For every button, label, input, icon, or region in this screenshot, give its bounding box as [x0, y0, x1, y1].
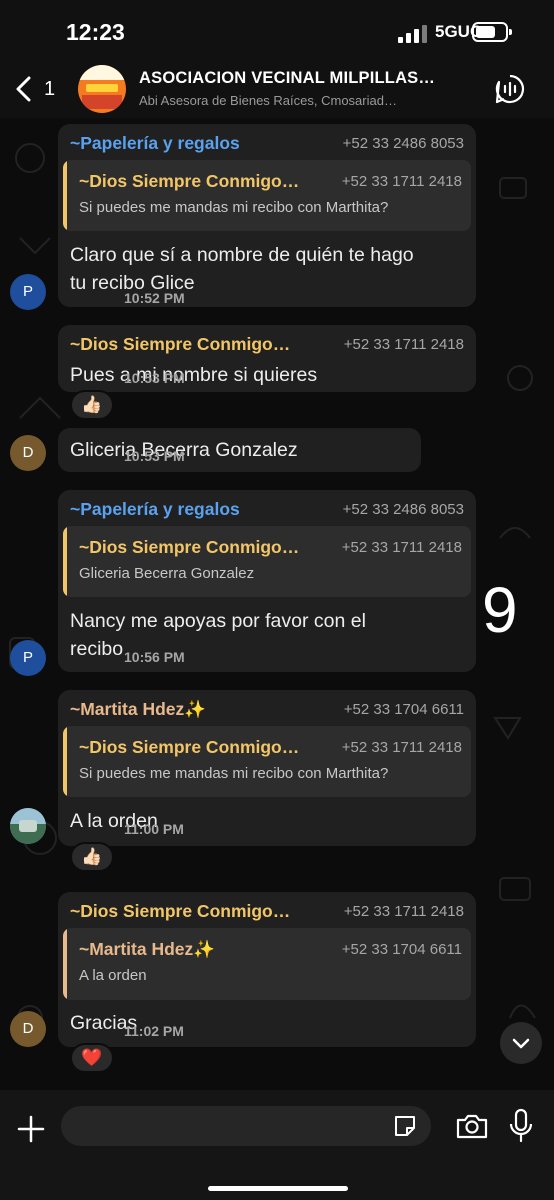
- sender-phone: +52 33 2486 8053: [342, 501, 464, 518]
- quoted-message[interactable]: ~Dios Siempre Conmigo… +52 33 1711 2418 …: [63, 526, 471, 597]
- camera-icon: [456, 1114, 488, 1139]
- back-button[interactable]: 1: [14, 72, 62, 106]
- avatar[interactable]: P: [10, 274, 46, 310]
- quoted-phone: +52 33 1711 2418: [341, 539, 462, 556]
- unread-chats-count: 1: [44, 78, 56, 100]
- message-time: 10:56 PM: [124, 649, 185, 665]
- sender-phone: +52 33 1711 2418: [343, 903, 464, 920]
- status-time: 12:23: [66, 19, 125, 45]
- message-time: 10:53 PM: [124, 448, 185, 464]
- overlay-number: 9: [482, 574, 518, 646]
- home-indicator: [208, 1186, 348, 1191]
- group-name[interactable]: ASOCIACION VECINAL MILPILLAS…: [139, 69, 469, 88]
- quoted-text: Gliceria Becerra Gonzalez: [79, 565, 255, 582]
- avatar[interactable]: P: [10, 640, 46, 676]
- message-time: 10:52 PM: [124, 290, 185, 306]
- chevron-down-icon: [512, 1038, 530, 1049]
- message-bubble[interactable]: Gliceria Becerra Gonzalez 10:53 PM: [58, 428, 421, 472]
- group-members[interactable]: Abi Asesora de Bienes Raíces, Cmosariad…: [139, 93, 459, 108]
- message-bubble[interactable]: ~Dios Siempre Conmigo… +52 33 1711 2418 …: [58, 892, 476, 1047]
- message-list[interactable]: ~Papelería y regalos +52 33 2486 8053 ~D…: [0, 118, 554, 1090]
- message-bubble[interactable]: ~Martita Hdez✨ +52 33 1704 6611 ~Dios Si…: [58, 690, 476, 846]
- chevron-left-icon: [16, 76, 31, 102]
- message-time: 10:53 PM: [124, 370, 185, 386]
- message-bubble[interactable]: ~Papelería y regalos +52 33 2486 8053 ~D…: [58, 490, 476, 672]
- microphone-button[interactable]: [508, 1108, 534, 1144]
- avatar-photo[interactable]: [10, 808, 46, 844]
- sticker-button[interactable]: [392, 1113, 418, 1139]
- quoted-phone: +52 33 1711 2418: [341, 173, 462, 190]
- quoted-sender: ~Martita Hdez✨: [79, 939, 216, 959]
- avatar[interactable]: D: [10, 1011, 46, 1047]
- quoted-message[interactable]: ~Dios Siempre Conmigo… +52 33 1711 2418 …: [63, 726, 471, 797]
- reaction-heart[interactable]: ❤️: [70, 1043, 114, 1073]
- sender-name[interactable]: ~Martita Hdez✨: [70, 699, 206, 720]
- voice-chat-button[interactable]: [494, 73, 526, 105]
- quoted-text: Si puedes me mandas mi recibo con Marthi…: [79, 765, 389, 782]
- sender-name[interactable]: ~Papelería y regalos: [70, 499, 240, 520]
- quoted-phone: +52 33 1704 6611: [341, 941, 462, 958]
- quoted-text: Si puedes me mandas mi recibo con Marthi…: [79, 199, 389, 216]
- message-time: 11:02 PM: [124, 1023, 184, 1039]
- quoted-sender: ~Dios Siempre Conmigo…: [79, 737, 300, 757]
- attach-button[interactable]: [16, 1114, 46, 1144]
- message-composer: [0, 1090, 554, 1200]
- quoted-message[interactable]: ~Dios Siempre Conmigo… +52 33 1711 2418 …: [63, 160, 471, 231]
- quoted-sender: ~Dios Siempre Conmigo…: [79, 171, 300, 191]
- battery-icon: [472, 22, 512, 42]
- group-avatar[interactable]: [78, 65, 126, 113]
- plus-icon: [17, 1115, 45, 1143]
- chat-header: 1 ASOCIACION VECINAL MILPILLAS… Abi Ases…: [0, 60, 554, 118]
- message-text: Claro que sí a nombre de quién te hago t…: [70, 244, 414, 294]
- reaction-thumbs-up[interactable]: 👍🏻: [70, 390, 114, 420]
- quoted-text: A la orden: [79, 967, 147, 984]
- microphone-icon: [509, 1108, 533, 1143]
- sticker-icon: [395, 1116, 415, 1136]
- message-bubble[interactable]: ~Papelería y regalos +52 33 2486 8053 ~D…: [58, 124, 476, 307]
- sender-phone: +52 33 1704 6611: [343, 701, 464, 718]
- scroll-to-bottom-button[interactable]: [500, 1022, 542, 1064]
- sender-phone: +52 33 1711 2418: [343, 336, 464, 353]
- whatsapp-chat-screen: 12:23 5GUC 1 ASOCIACION VECINAL MILPILLA…: [0, 0, 554, 1200]
- quoted-message[interactable]: ~Martita Hdez✨ +52 33 1704 6611 A la ord…: [63, 928, 471, 1000]
- avatar[interactable]: D: [10, 435, 46, 471]
- reaction-thumbs-up[interactable]: 👍🏻: [70, 842, 114, 872]
- sender-name[interactable]: ~Papelería y regalos: [70, 133, 240, 154]
- audio-waveform-icon: [495, 74, 525, 104]
- status-bar: 12:23 5GUC: [0, 0, 554, 60]
- sender-name[interactable]: ~Dios Siempre Conmigo…: [70, 334, 290, 355]
- sender-name[interactable]: ~Dios Siempre Conmigo…: [70, 901, 290, 922]
- message-time: 11:00 PM: [124, 821, 184, 837]
- message-bubble[interactable]: ~Dios Siempre Conmigo… +52 33 1711 2418 …: [58, 325, 476, 392]
- quoted-phone: +52 33 1711 2418: [341, 739, 462, 756]
- cellular-signal-icon: [398, 25, 428, 43]
- message-input[interactable]: [61, 1106, 431, 1146]
- quoted-sender: ~Dios Siempre Conmigo…: [79, 537, 300, 557]
- sender-phone: +52 33 2486 8053: [342, 135, 464, 152]
- camera-button[interactable]: [455, 1112, 489, 1140]
